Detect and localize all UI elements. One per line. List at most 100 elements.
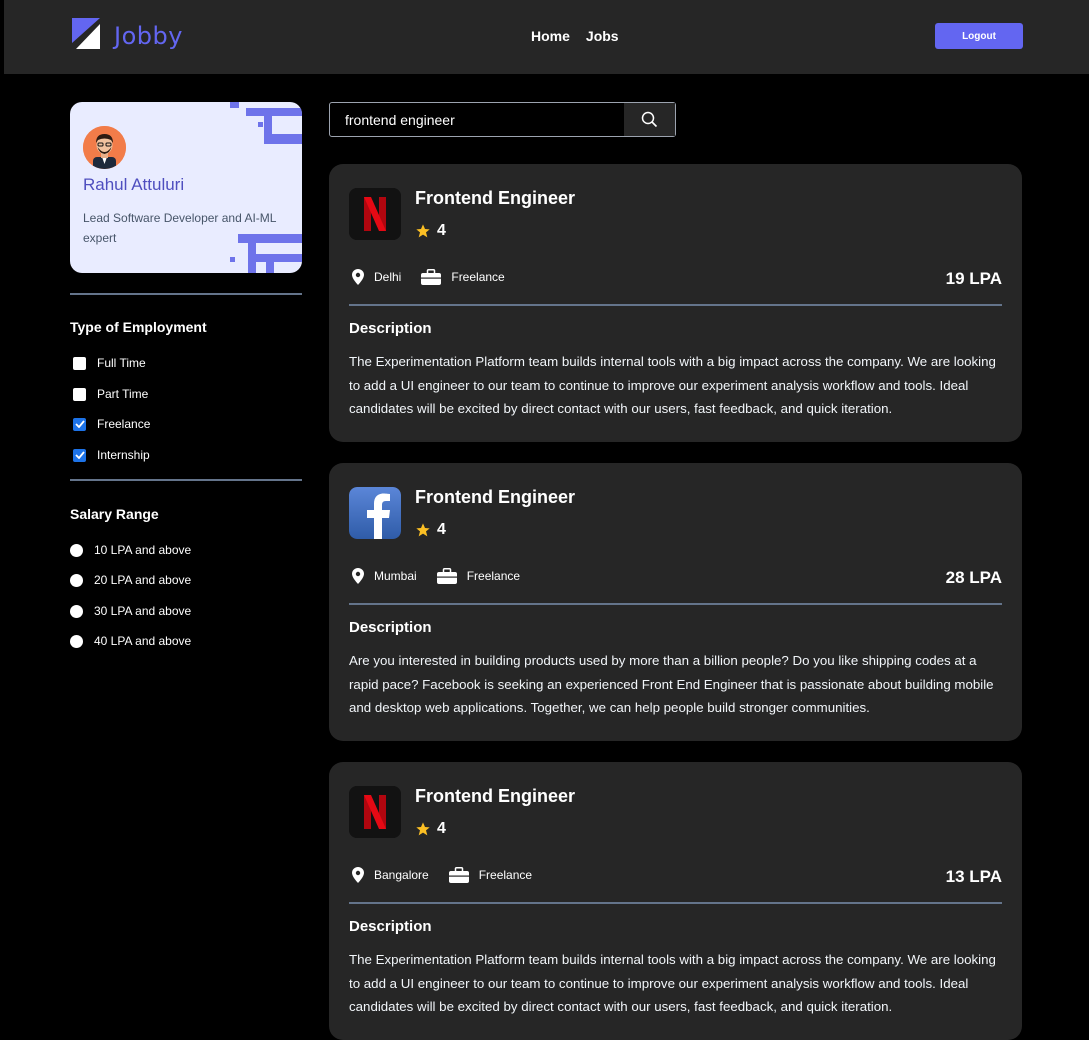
rating-value: 4 <box>437 820 446 837</box>
briefcase-icon <box>421 269 442 285</box>
salary-option-label: 10 LPA and above <box>94 543 192 557</box>
employment-option-label: Freelance <box>97 417 151 431</box>
salary-option-20[interactable]: 20 LPA and above <box>70 573 192 587</box>
search-button[interactable] <box>624 103 675 136</box>
profile-card: Rahul Attuluri Lead Software Developer a… <box>70 102 302 273</box>
job-meta: Mumbai Freelance <box>352 568 540 584</box>
employment-option-part-time[interactable]: Part Time <box>73 387 148 401</box>
job-location: Delhi <box>352 269 401 285</box>
briefcase-icon <box>436 568 457 584</box>
divider <box>70 293 302 295</box>
job-location: Bangalore <box>352 867 429 883</box>
salary-option-10[interactable]: 10 LPA and above <box>70 543 192 557</box>
salary-radio[interactable] <box>70 604 83 618</box>
avatar <box>83 126 126 169</box>
star-icon <box>416 822 430 836</box>
job-location-label: Bangalore <box>374 868 429 882</box>
description-heading: Description <box>349 918 432 935</box>
divider <box>70 479 302 481</box>
salary-radio[interactable] <box>70 634 83 648</box>
job-location-label: Mumbai <box>374 569 417 583</box>
job-meta: Bangalore Freelance <box>352 867 552 883</box>
full-time-checkbox[interactable] <box>73 356 86 370</box>
job-employment-type: Freelance <box>436 568 521 584</box>
job-employment-type: Freelance <box>421 269 505 285</box>
profile-decoration <box>230 102 239 108</box>
job-package: 13 LPA <box>945 867 1002 886</box>
salary-filter-title: Salary Range <box>70 506 159 522</box>
description-heading: Description <box>349 619 432 636</box>
job-rating: 4 <box>415 521 446 539</box>
star-icon <box>416 224 430 238</box>
job-title: Frontend Engineer <box>415 487 576 507</box>
nav-home-link[interactable]: Home <box>531 28 570 44</box>
profile-decoration <box>256 254 302 262</box>
salary-option-label: 30 LPA and above <box>94 604 192 618</box>
jobby-logo-icon[interactable] <box>72 18 100 49</box>
internship-checkbox[interactable] <box>73 448 86 462</box>
salary-option-40[interactable]: 40 LPA and above <box>70 634 192 648</box>
checkmark-icon <box>74 451 85 459</box>
job-card[interactable]: Frontend Engineer 4 Bangalore Freelance … <box>329 762 1022 1040</box>
job-package: 19 LPA <box>945 269 1002 288</box>
star-icon <box>416 523 430 537</box>
job-title: Frontend Engineer <box>415 188 576 208</box>
location-pin-icon <box>352 867 364 883</box>
checkmark-icon <box>74 420 85 428</box>
briefcase-icon <box>448 867 469 883</box>
company-logo <box>349 786 401 838</box>
employment-option-freelance[interactable]: Freelance <box>73 417 150 431</box>
salary-option-30[interactable]: 30 LPA and above <box>70 604 192 618</box>
netflix-logo-icon <box>349 188 401 240</box>
job-employment-type-label: Freelance <box>478 868 533 882</box>
job-card[interactable]: Frontend Engineer 4 Delhi Freelance 19 L… <box>329 164 1022 442</box>
profile-decoration <box>230 257 235 262</box>
job-description: The Experimentation Platform team builds… <box>349 952 996 1014</box>
divider <box>349 603 1002 605</box>
employment-option-internship[interactable]: Internship <box>73 448 150 462</box>
navbar: Jobby Home Jobs Logout <box>4 0 1089 74</box>
employment-option-label: Full Time <box>97 356 146 370</box>
salary-radio[interactable] <box>70 573 83 587</box>
location-pin-icon <box>352 269 364 285</box>
logout-button[interactable]: Logout <box>935 23 1023 49</box>
user-avatar-icon <box>83 126 126 169</box>
job-package: 28 LPA <box>945 568 1002 587</box>
job-card[interactable]: Frontend Engineer 4 Mumbai Freelance 28 … <box>329 463 1022 741</box>
nav-jobs-link[interactable]: Jobs <box>586 28 619 44</box>
salary-option-label: 40 LPA and above <box>94 634 192 648</box>
job-employment-type-label: Freelance <box>451 270 505 284</box>
job-employment-type: Freelance <box>448 867 533 883</box>
profile-decoration <box>272 134 302 144</box>
employment-option-full-time[interactable]: Full Time <box>73 356 146 370</box>
nav-links: Home Jobs <box>531 28 619 44</box>
rating-value: 4 <box>437 521 446 538</box>
salary-radio[interactable] <box>70 543 83 557</box>
search-bar <box>329 102 676 137</box>
search-input[interactable] <box>330 103 608 136</box>
freelance-checkbox[interactable] <box>73 417 86 431</box>
brand-name[interactable]: Jobby <box>114 22 183 50</box>
job-rating: 4 <box>415 222 446 240</box>
description-heading: Description <box>349 320 432 337</box>
job-title: Frontend Engineer <box>415 786 576 806</box>
profile-name: Rahul Attuluri <box>83 175 185 194</box>
employment-option-label: Internship <box>97 448 150 462</box>
part-time-checkbox[interactable] <box>73 387 86 401</box>
job-location-label: Delhi <box>374 270 402 284</box>
job-location: Mumbai <box>352 568 417 584</box>
job-employment-type-label: Freelance <box>466 569 521 583</box>
job-description: Are you interested in building products … <box>349 653 994 715</box>
divider <box>349 902 1002 904</box>
facebook-logo-icon <box>349 487 401 539</box>
salary-option-label: 20 LPA and above <box>94 573 192 587</box>
job-meta: Delhi Freelance <box>352 269 525 285</box>
employment-option-label: Part Time <box>97 387 149 401</box>
profile-decoration <box>246 108 302 116</box>
profile-bio: Lead Software Developer and AI-ML expert <box>83 211 277 245</box>
rating-value: 4 <box>437 222 446 239</box>
company-logo <box>349 487 401 539</box>
divider <box>349 304 1002 306</box>
company-logo <box>349 188 401 240</box>
profile-decoration <box>264 116 272 144</box>
